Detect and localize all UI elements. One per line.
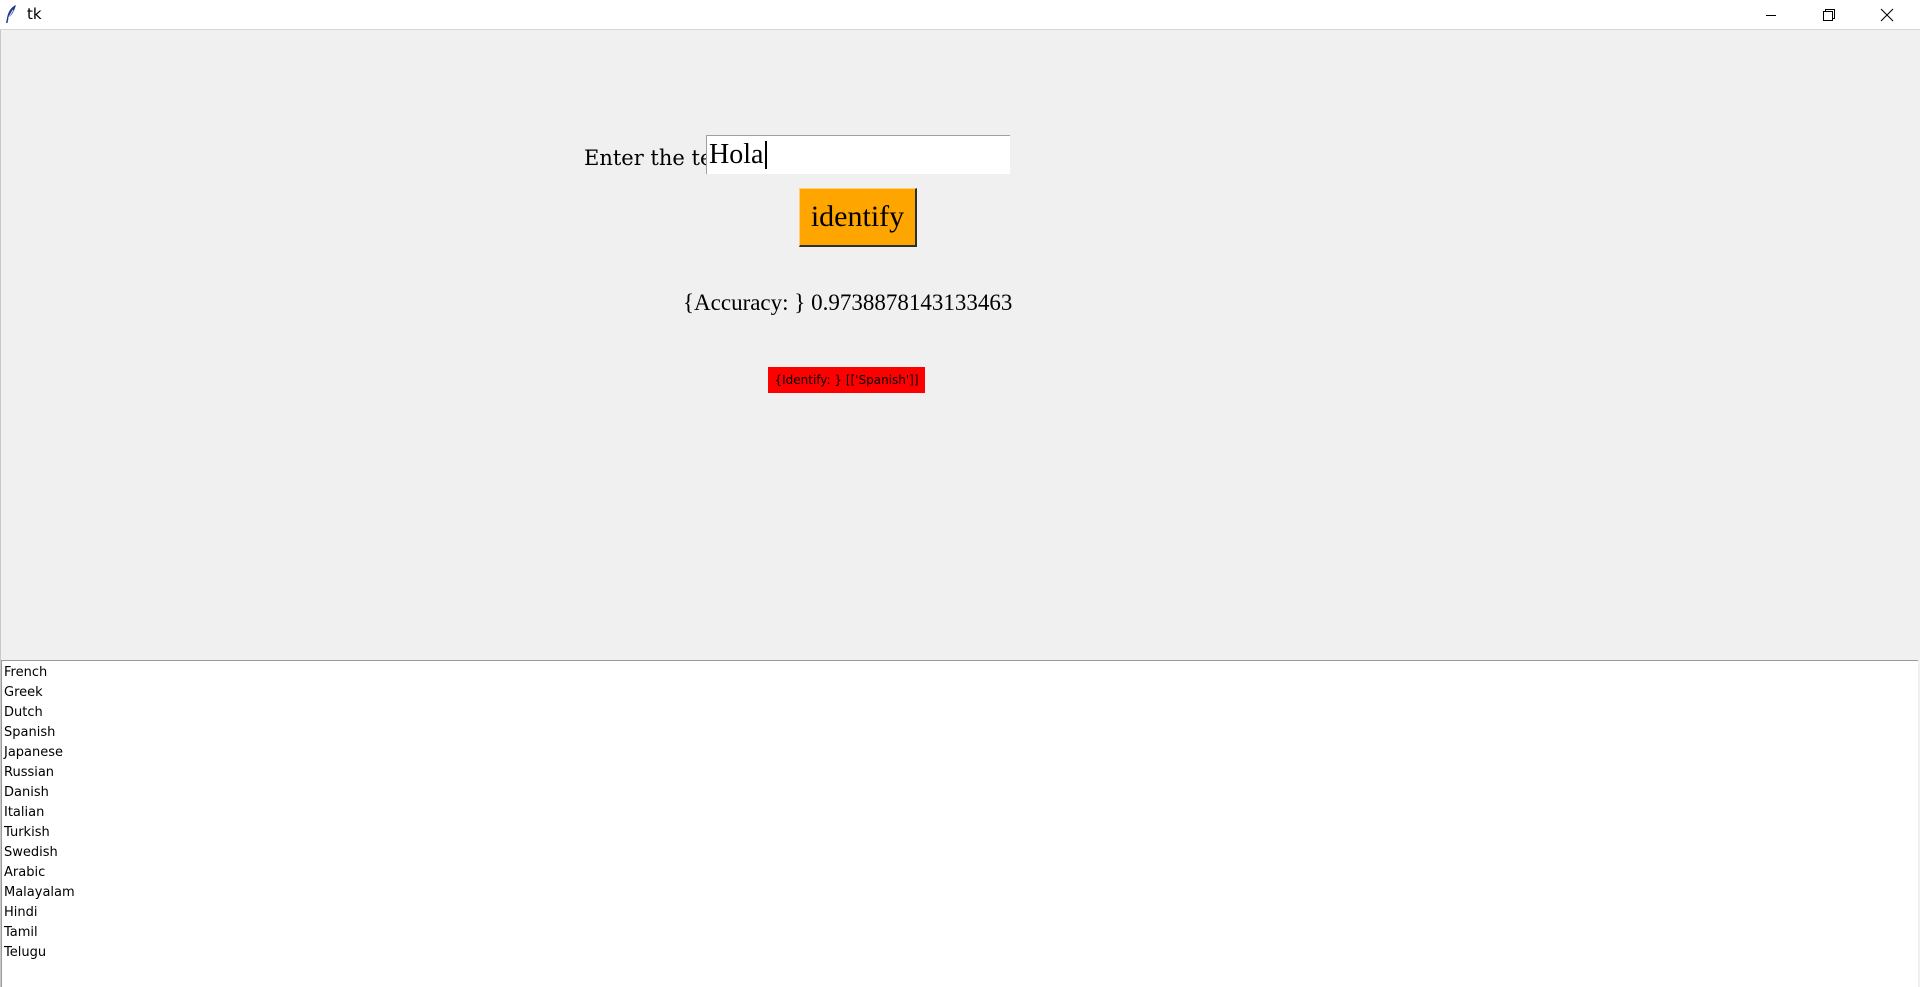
- title-bar[interactable]: tk: [0, 0, 1920, 30]
- list-item[interactable]: Tamil: [4, 923, 1918, 943]
- identify-button[interactable]: identify: [799, 188, 917, 247]
- list-item[interactable]: Greek: [4, 683, 1918, 703]
- identify-result-label: {Identify: } [['Spanish']]: [768, 367, 925, 393]
- feather-icon: [4, 4, 18, 24]
- list-item[interactable]: Telugu: [4, 943, 1918, 963]
- list-item[interactable]: Danish: [4, 783, 1918, 803]
- minimize-button[interactable]: [1742, 0, 1800, 29]
- list-item[interactable]: Italian: [4, 803, 1918, 823]
- restore-button[interactable]: [1800, 0, 1858, 29]
- language-listbox[interactable]: French Greek Dutch Spanish Japanese Russ…: [1, 660, 1918, 987]
- minimize-icon: [1765, 9, 1777, 21]
- list-item[interactable]: Japanese: [4, 743, 1918, 763]
- restore-icon: [1823, 8, 1835, 21]
- text-input[interactable]: [706, 135, 1010, 174]
- close-icon: [1880, 8, 1894, 22]
- list-item[interactable]: Spanish: [4, 723, 1918, 743]
- list-item[interactable]: Hindi: [4, 903, 1918, 923]
- close-button[interactable]: [1858, 0, 1916, 29]
- window-title: tk: [27, 5, 42, 23]
- list-item[interactable]: Dutch: [4, 703, 1918, 723]
- list-item[interactable]: Swedish: [4, 843, 1918, 863]
- accuracy-label: {Accuracy: } 0.9738878143133463: [683, 290, 1013, 315]
- list-item[interactable]: Turkish: [4, 823, 1918, 843]
- text-cursor: [765, 141, 767, 169]
- list-item[interactable]: French: [4, 663, 1918, 683]
- main-frame: Enter the text identify {Accuracy: } 0.9…: [0, 30, 1920, 987]
- list-item[interactable]: Russian: [4, 763, 1918, 783]
- list-item[interactable]: Malayalam: [4, 883, 1918, 903]
- app-window: tk Enter the text Hola identify {Accurac…: [0, 0, 1920, 987]
- list-item[interactable]: Arabic: [4, 863, 1918, 883]
